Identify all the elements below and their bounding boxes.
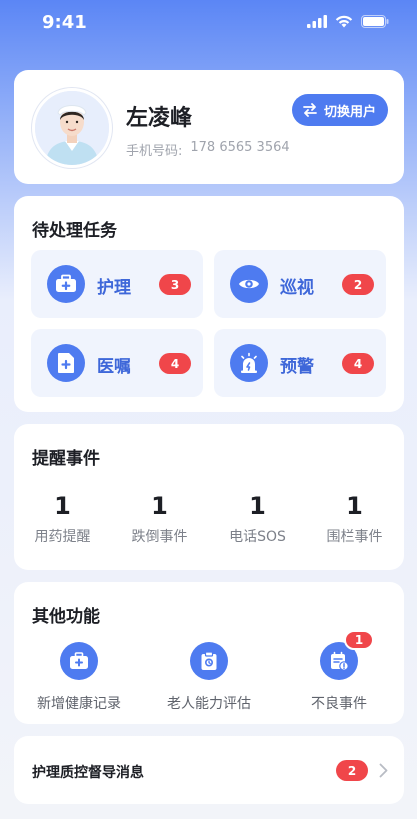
status-bar: 9:41: [0, 0, 417, 48]
wifi-icon: [335, 15, 353, 28]
signal-icon: [307, 15, 327, 28]
func-add-health-record[interactable]: 新增健康记录: [30, 642, 128, 713]
stat-value: 1: [249, 492, 266, 520]
stat-label: 跌倒事件: [131, 529, 188, 545]
status-time: 9:41: [42, 12, 87, 33]
task-label: 医嘱: [97, 357, 131, 377]
count-badge: 4: [342, 353, 374, 374]
task-label: 护理: [97, 278, 131, 298]
other-functions-card: 其他功能 新增健康记录 老人能力评估 1 不良事件: [14, 582, 404, 724]
task-tile-orders[interactable]: 医嘱 4: [31, 329, 203, 397]
alarm-light-icon: [230, 344, 268, 382]
count-badge: 2: [342, 274, 374, 295]
user-name: 左凌峰: [126, 106, 193, 131]
pending-tasks-card: 待处理任务 护理 3 巡视 2 医嘱 4 预警 4: [14, 196, 404, 412]
nursing-qc-message-row[interactable]: 护理质控督导消息 2: [14, 736, 404, 804]
task-tile-warning[interactable]: 预警 4: [214, 329, 386, 397]
stat-value: 1: [151, 492, 168, 520]
stat-fence-event[interactable]: 1 围栏事件: [306, 490, 403, 546]
phone-number: 178 6565 3564: [190, 140, 290, 155]
clipboard-icon: [190, 642, 228, 680]
section-title-tasks: 待处理任务: [32, 221, 117, 241]
notification-badge: 1: [344, 630, 374, 650]
count-badge: 3: [159, 274, 191, 295]
chevron-right-icon: [379, 763, 388, 778]
task-tile-patrol[interactable]: 巡视 2: [214, 250, 386, 318]
func-label: 不良事件: [311, 696, 367, 712]
stat-label: 电话SOS: [229, 529, 286, 545]
task-tile-nursing[interactable]: 护理 3: [31, 250, 203, 318]
stat-value: 1: [54, 492, 71, 520]
message-count-badge: 2: [336, 760, 368, 781]
stat-label: 围栏事件: [326, 529, 383, 545]
medical-kit-icon: [60, 642, 98, 680]
phone-row: 手机号码: 178 6565 3564: [126, 140, 290, 159]
func-adverse-event[interactable]: 1 不良事件: [290, 630, 388, 713]
stat-medication-reminder[interactable]: 1 用药提醒: [14, 490, 111, 546]
stat-phone-sos[interactable]: 1 电话SOS: [209, 490, 306, 546]
battery-icon: [361, 15, 389, 28]
count-badge: 4: [159, 353, 191, 374]
profile-card: 左凌峰 手机号码: 178 6565 3564 切换用户: [14, 70, 404, 184]
document-plus-icon: [47, 344, 85, 382]
section-title-reminders: 提醒事件: [32, 449, 100, 469]
swap-icon: [303, 103, 317, 117]
switch-user-button[interactable]: 切换用户: [291, 94, 388, 126]
message-title: 护理质控督导消息: [32, 765, 144, 781]
func-elderly-assessment[interactable]: 老人能力评估: [160, 642, 258, 713]
stat-value: 1: [346, 492, 363, 520]
section-title-other: 其他功能: [32, 607, 100, 627]
func-label: 老人能力评估: [167, 696, 251, 712]
task-label: 预警: [280, 357, 314, 377]
reminder-events-card: 提醒事件 1 用药提醒 1 跌倒事件 1 电话SOS 1 围栏事件: [14, 424, 404, 570]
task-label: 巡视: [280, 278, 314, 298]
status-icons: [307, 15, 389, 28]
phone-label: 手机号码:: [126, 144, 183, 159]
eye-icon: [230, 265, 268, 303]
stat-label: 用药提醒: [34, 529, 91, 545]
calendar-alert-icon: 1: [320, 630, 374, 680]
first-aid-kit-icon: [47, 265, 85, 303]
stat-fall-event[interactable]: 1 跌倒事件: [111, 490, 208, 546]
avatar[interactable]: [32, 88, 112, 168]
func-label: 新增健康记录: [37, 696, 121, 712]
switch-user-label: 切换用户: [323, 104, 376, 120]
